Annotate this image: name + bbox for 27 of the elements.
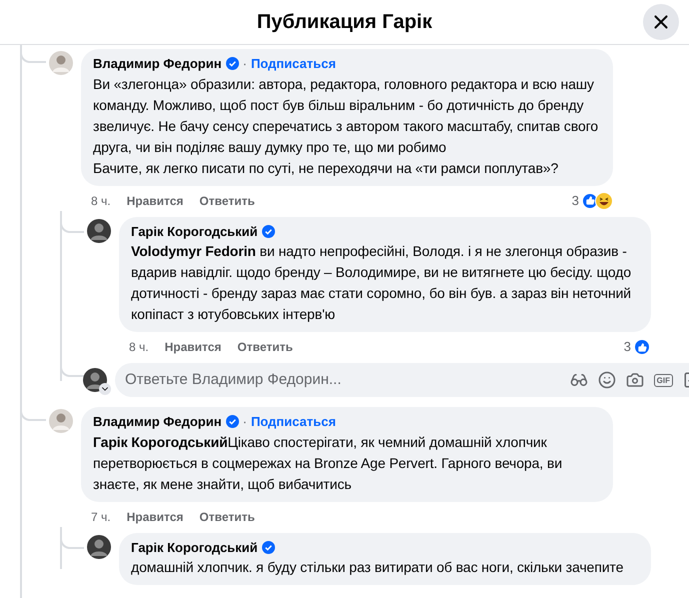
gif-button[interactable]: GIF xyxy=(654,374,673,386)
reply-field[interactable]: Ответьте Владимир Федорин... GIF xyxy=(115,363,689,397)
reply-link[interactable]: Ответить xyxy=(199,192,255,210)
author-name[interactable]: Гарік Корогодський xyxy=(131,222,258,241)
comment-text: Volodymyr Fedorin ви надто непрофесійні, Володя. і я не злегонця образив - вдарив навідліг. щодо бренду – Володимире, ви не витягнете цю бесіду. щодо дотичності - бренду зараз має стати соромно, бо він був. а зараз він неточний копіпаст з ютубовських інтерв'ю xyxy=(131,242,632,324)
like-link[interactable]: Нравится xyxy=(126,508,184,526)
comment-text: Бачите, як легко писати по суті, не переходячи на «ти рамси поплутав»? xyxy=(93,158,560,178)
reaction-count: 3 xyxy=(624,338,631,356)
reply-link[interactable]: Ответить xyxy=(237,338,293,356)
comment-text: домашній хлопчик. я буду стільки раз витирати об вас ноги, скільки зачепите xyxy=(131,558,624,577)
like-link[interactable]: Нравится xyxy=(164,338,222,356)
reaction-count: 3 xyxy=(572,192,579,210)
comment-time: 8 ч. xyxy=(129,339,149,356)
like-link[interactable]: Нравится xyxy=(126,192,184,210)
author-name[interactable]: Гарік Корогодський xyxy=(131,538,258,557)
dialog-title: Публикация Гарік xyxy=(256,10,432,35)
separator-dot: · xyxy=(242,413,247,431)
comment-time: 7 ч. xyxy=(91,508,111,526)
comment-time: 8 ч. xyxy=(91,192,111,210)
comment-text: Гарік КорогодськийЦікаво спостерігати, як чемний домашній хлопчик перетворюється в соцмережах на Bronze Age Pervert. Гарного вечора, ви знаєте, як мене знайти, щоб вибачитись xyxy=(93,432,564,494)
separator-dot: · xyxy=(242,55,247,73)
follow-link[interactable]: Подписаться xyxy=(250,54,336,74)
reply-link[interactable]: Ответить xyxy=(199,508,255,526)
comment-text: Ви «злегонца» образили: автора, редактора, головного редактора и всю нашу команду. Можливо, щоб пост був більш віральним - бо дотичність до бренду звеличує. Не бачу сенсу сперечатись з автором такого масштабу, спитав свого друга, чи він поділяє вашу думку про те, що ми робимо xyxy=(93,74,600,157)
author-name[interactable]: Владимир Федорин xyxy=(93,412,222,432)
follow-link[interactable]: Подписаться xyxy=(250,412,336,432)
author-name[interactable]: Владимир Федорин xyxy=(93,54,222,74)
